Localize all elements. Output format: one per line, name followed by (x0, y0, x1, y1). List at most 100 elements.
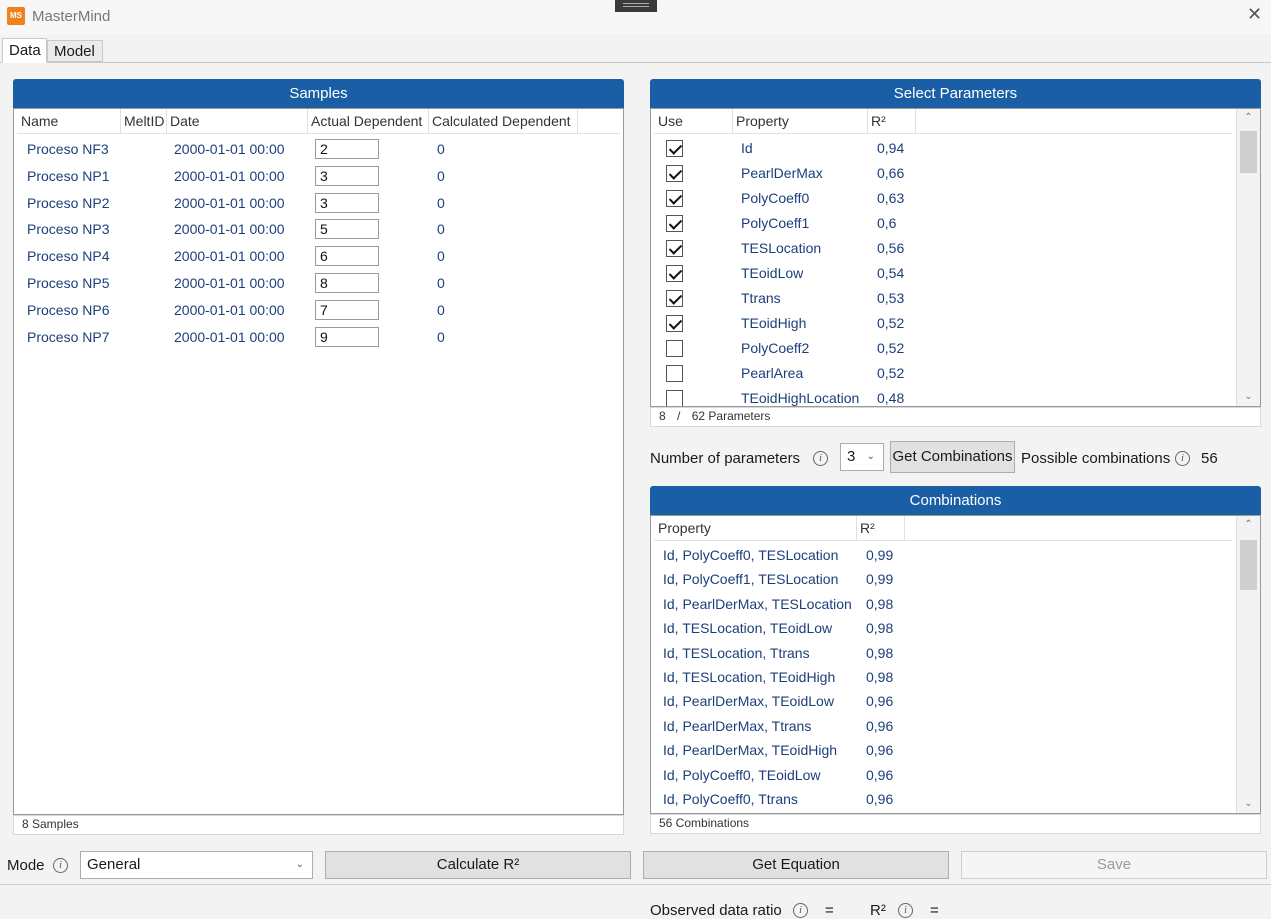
actual-dependent-input[interactable] (315, 139, 379, 159)
parameter-row[interactable]: Ttrans 0,53 (651, 286, 1260, 311)
parameter-property: PolyCoeff2 (741, 340, 810, 356)
tab-data[interactable]: Data (2, 38, 47, 63)
use-checkbox[interactable] (666, 240, 683, 257)
sample-date: 2000-01-01 00:00 (174, 275, 285, 291)
combination-r2: 0,98 (866, 620, 894, 637)
parameters-scrollbar[interactable]: ⌃ ⌄ (1236, 109, 1260, 406)
get-combinations-button[interactable]: Get Combinations (890, 441, 1015, 473)
sample-date: 2000-01-01 00:00 (174, 221, 285, 238)
scroll-down-icon[interactable]: ⌄ (1237, 795, 1260, 813)
combination-row[interactable]: Id, PolyCoeff0, TEoidLow 0,96 (651, 763, 1260, 788)
mode-value: General (87, 856, 141, 873)
scroll-down-icon[interactable]: ⌄ (1237, 388, 1260, 406)
parameter-row[interactable]: Id 0,94 (651, 136, 1260, 161)
parameter-property: TEoidHigh (741, 315, 807, 331)
combination-row[interactable]: Id, PearlDerMax, Ttrans 0,96 (651, 714, 1260, 739)
save-button[interactable]: Save (961, 851, 1267, 879)
samples-footer: 8 Samples (13, 815, 624, 835)
calculated-dependent-value: 0 (437, 167, 445, 184)
use-checkbox[interactable] (666, 265, 683, 282)
combination-row[interactable]: Id, PolyCoeff1, TESLocation 0,99 (651, 567, 1260, 592)
col-calculated-dependent[interactable]: Calculated Dependent (429, 109, 578, 133)
combination-r2: 0,96 (866, 742, 894, 759)
combination-r2: 0,96 (866, 791, 894, 807)
use-checkbox[interactable] (666, 365, 683, 382)
actual-dependent-input[interactable] (315, 192, 379, 213)
actual-dependent-input[interactable] (315, 299, 379, 320)
combination-row[interactable]: Id, TESLocation, Ttrans 0,98 (651, 641, 1260, 666)
table-row[interactable]: Proceso NP2 2000-01-01 00:00 0 (14, 190, 623, 217)
info-icon[interactable]: i (53, 858, 68, 873)
table-row[interactable]: Proceso NF3 2000-01-01 00:00 0 (14, 136, 623, 163)
number-of-parameters-select[interactable]: 3 ⌄ (840, 443, 884, 471)
combination-row[interactable]: Id, TESLocation, TEoidHigh 0,98 (651, 665, 1260, 690)
mode-select[interactable]: General ⌄ (80, 851, 313, 879)
use-checkbox[interactable] (666, 290, 683, 307)
parameter-row[interactable]: PearlArea 0,52 (651, 361, 1260, 386)
col-property[interactable]: Property (733, 109, 868, 133)
actual-dependent-input[interactable] (315, 273, 379, 293)
combination-row[interactable]: Id, TESLocation, TEoidLow 0,98 (651, 616, 1260, 641)
combination-row[interactable]: Id, PearlDerMax, TESLocation 0,98 (651, 592, 1260, 617)
combination-row[interactable]: Id, PolyCoeff0, Ttrans 0,96 (651, 787, 1260, 812)
info-icon[interactable]: i (1175, 451, 1190, 466)
close-icon[interactable]: ✕ (1247, 4, 1262, 25)
parameter-row[interactable]: TEoidHigh 0,52 (651, 311, 1260, 336)
combination-row[interactable]: Id, PolyCoeff0, TESLocation 0,99 (651, 543, 1260, 568)
calculated-dependent-value: 0 (437, 275, 445, 291)
table-row[interactable]: Proceso NP5 2000-01-01 00:00 0 (14, 270, 623, 297)
combination-r2: 0,96 (866, 717, 894, 734)
combinations-scrollbar[interactable]: ⌃ ⌄ (1236, 516, 1260, 813)
col-date[interactable]: Date (167, 109, 308, 133)
calculated-dependent-value: 0 (437, 194, 445, 211)
actual-dependent-input[interactable] (315, 246, 379, 267)
parameter-row[interactable]: TESLocation 0,56 (651, 236, 1260, 261)
tab-model[interactable]: Model (47, 40, 103, 62)
col-meltid[interactable]: MeltID (121, 109, 167, 133)
sample-name: Proceso NP1 (27, 167, 110, 184)
actual-dependent-input[interactable] (315, 165, 379, 186)
parameter-row[interactable]: PolyCoeff2 0,52 (651, 336, 1260, 361)
table-row[interactable]: Proceso NP4 2000-01-01 00:00 0 (14, 243, 623, 270)
col-use[interactable]: Use (655, 109, 733, 133)
parameter-row[interactable]: PearlDerMax 0,66 (651, 161, 1260, 186)
scroll-up-icon[interactable]: ⌃ (1237, 516, 1260, 534)
col-r2[interactable]: R² (868, 109, 916, 133)
use-checkbox[interactable] (666, 390, 683, 406)
use-checkbox[interactable] (666, 165, 683, 182)
info-icon[interactable]: i (898, 903, 913, 918)
info-icon[interactable]: i (813, 451, 828, 466)
table-row[interactable]: Proceso NP1 2000-01-01 00:00 0 (14, 163, 623, 190)
parameter-row[interactable]: PolyCoeff1 0,6 (651, 211, 1260, 236)
use-checkbox[interactable] (666, 315, 683, 332)
combination-r2: 0,96 (866, 693, 894, 710)
actual-dependent-input[interactable] (315, 326, 379, 347)
scroll-up-icon[interactable]: ⌃ (1237, 109, 1260, 127)
combination-row[interactable]: Id, PearlDerMax, TEoidLow 0,96 (651, 689, 1260, 714)
use-checkbox[interactable] (666, 140, 683, 157)
scrollbar-thumb[interactable] (1240, 131, 1257, 173)
get-equation-button[interactable]: Get Equation (643, 851, 949, 879)
parameter-row[interactable]: PolyCoeff0 0,63 (651, 186, 1260, 211)
info-icon[interactable]: i (793, 903, 808, 918)
parameter-row[interactable]: TEoidHighLocation 0,48 (651, 386, 1260, 406)
combination-r2: 0,98 (866, 669, 894, 685)
col-combination-property[interactable]: Property (655, 516, 857, 540)
actual-dependent-input[interactable] (315, 219, 379, 240)
use-checkbox[interactable] (666, 340, 683, 357)
use-checkbox[interactable] (666, 215, 683, 232)
table-row[interactable]: Proceso NP6 2000-01-01 00:00 0 (14, 297, 623, 324)
parameter-row[interactable]: TEoidLow 0,54 (651, 261, 1260, 286)
col-actual-dependent[interactable]: Actual Dependent (308, 109, 429, 133)
table-row[interactable]: Proceso NP7 2000-01-01 00:00 0 (14, 324, 623, 351)
table-row[interactable]: Proceso NP3 2000-01-01 00:00 0 (14, 216, 623, 243)
window-grip-handle[interactable] (615, 0, 657, 12)
use-checkbox[interactable] (666, 190, 683, 207)
col-combination-r2[interactable]: R² (857, 516, 905, 540)
number-of-parameters-label: Number of parameters (650, 450, 801, 467)
app-title: MasterMind (32, 8, 111, 25)
scrollbar-thumb[interactable] (1240, 540, 1257, 590)
combination-row[interactable]: Id, PearlDerMax, TEoidHigh 0,96 (651, 738, 1260, 763)
calculate-r2-button[interactable]: Calculate R² (325, 851, 631, 879)
col-name[interactable]: Name (18, 109, 121, 133)
